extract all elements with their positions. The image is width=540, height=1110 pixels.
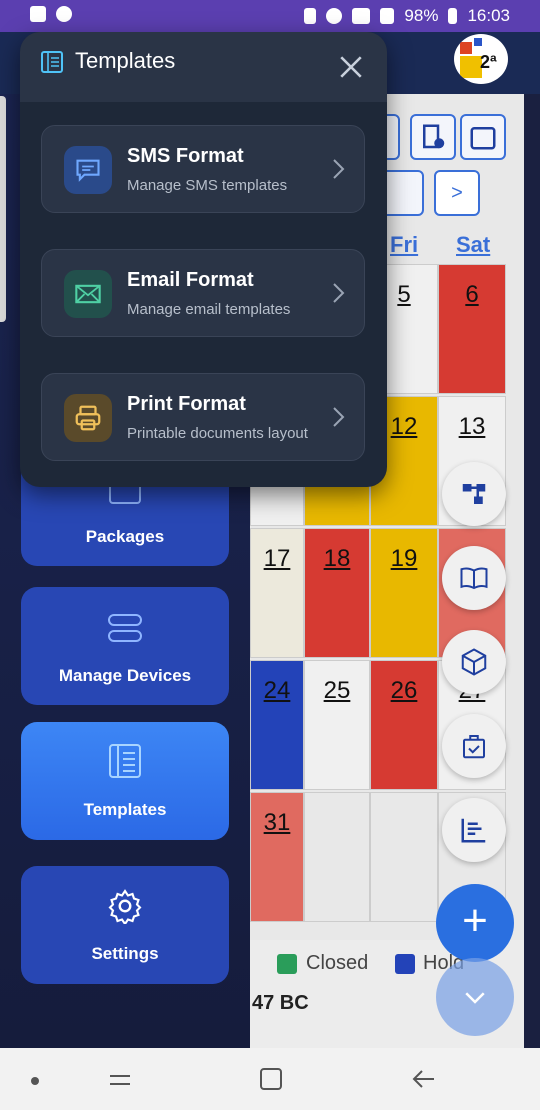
server-icon	[108, 614, 142, 642]
app-notification-icon	[56, 6, 72, 22]
book-icon	[460, 567, 488, 590]
building-add-button[interactable]	[410, 114, 456, 160]
chevron-right-icon	[333, 407, 345, 427]
add-button[interactable]: +	[436, 884, 514, 962]
calendar-day-cell[interactable]	[370, 792, 438, 922]
calendar-day-cell[interactable]: 24	[250, 660, 304, 790]
closed-label: Closed	[306, 952, 369, 974]
hold-swatch	[395, 954, 415, 974]
sidebar-item-label: Manage Devices	[58, 666, 192, 685]
dot-icon[interactable]	[30, 1076, 40, 1086]
calendar-day-cell[interactable]: 25	[304, 660, 370, 790]
chart-button[interactable]	[442, 798, 506, 862]
collapse-button[interactable]	[436, 958, 514, 1036]
bag-check-icon	[463, 735, 485, 759]
battery-icon	[448, 8, 458, 24]
hierarchy-icon	[462, 484, 486, 504]
calendar-day-cell[interactable]: 31	[250, 792, 304, 922]
month-view-button[interactable]	[460, 114, 506, 160]
battery-percent: 98%	[404, 6, 439, 25]
gear-icon	[108, 889, 142, 924]
chevron-right-icon	[333, 159, 345, 179]
signal-icon	[380, 8, 395, 24]
item-title: Email Format	[127, 269, 254, 291]
back-icon[interactable]	[410, 1066, 438, 1092]
wifi-icon	[352, 8, 371, 24]
day-header-fri: Fri	[390, 232, 419, 257]
recents-icon[interactable]	[106, 1068, 134, 1092]
close-icon[interactable]	[338, 54, 364, 80]
email-format-item[interactable]: Email Format Manage email templates	[41, 249, 365, 337]
popup-header: Templates	[20, 32, 387, 102]
sms-format-item[interactable]: SMS Format Manage SMS templates	[41, 125, 365, 213]
chevron-right-icon	[333, 283, 345, 303]
app-logo[interactable]: 2ª	[454, 34, 508, 84]
box-button[interactable]	[442, 630, 506, 694]
drawer-edge	[0, 96, 6, 322]
bar-chart-icon	[461, 818, 486, 843]
legend-code: 47 BC	[252, 992, 309, 1014]
home-icon[interactable]	[258, 1066, 284, 1092]
item-title: Print Format	[127, 393, 246, 415]
popup-title: Templates	[75, 48, 176, 73]
template-icon	[41, 51, 63, 73]
item-title: SMS Format	[127, 145, 244, 167]
calendar-day-cell[interactable]: 6	[438, 264, 506, 394]
system-nav-bar	[0, 1048, 540, 1110]
alarm-icon	[326, 8, 343, 24]
bag-check-button[interactable]	[442, 714, 506, 778]
book-button[interactable]	[442, 546, 506, 610]
gallery-icon	[30, 6, 46, 22]
print-format-item[interactable]: Print Format Printable documents layout	[41, 373, 365, 461]
template-icon	[109, 744, 141, 778]
sidebar-item-templates[interactable]: Templates	[21, 722, 229, 840]
item-subtitle: Manage email templates	[127, 301, 291, 318]
templates-popup: Templates SMS Format Manage SMS template…	[20, 32, 387, 487]
closed-swatch	[277, 954, 297, 974]
calendar-day-cell[interactable]: 26	[370, 660, 438, 790]
sidebar-item-label: Templates	[83, 800, 167, 819]
calendar-day-cell[interactable]: 17	[250, 528, 304, 658]
calendar-day-cell[interactable]	[304, 792, 370, 922]
sidebar-item-settings[interactable]: Settings	[21, 866, 229, 984]
next-button[interactable]: >	[434, 170, 480, 216]
sidebar-item-label: Settings	[91, 944, 159, 963]
box-icon	[461, 648, 487, 676]
sidebar-item-manage-devices[interactable]: Manage Devices	[21, 587, 229, 705]
sidebar-item-label: Packages	[85, 527, 165, 546]
calendar-day-cell[interactable]: 19	[370, 528, 438, 658]
item-subtitle: Printable documents layout	[127, 425, 308, 442]
sms-icon	[64, 146, 112, 194]
clock: 16:03	[467, 6, 510, 25]
item-subtitle: Manage SMS templates	[127, 177, 288, 194]
chevron-down-icon	[465, 992, 485, 1004]
status-bar: 98% 16:03	[0, 0, 540, 32]
calendar-day-cell[interactable]: 18	[304, 528, 370, 658]
day-header-sat: Sat	[456, 232, 491, 257]
email-icon	[64, 270, 112, 318]
printer-icon	[64, 394, 112, 442]
hierarchy-button[interactable]	[442, 462, 506, 526]
mute-icon	[304, 8, 317, 24]
